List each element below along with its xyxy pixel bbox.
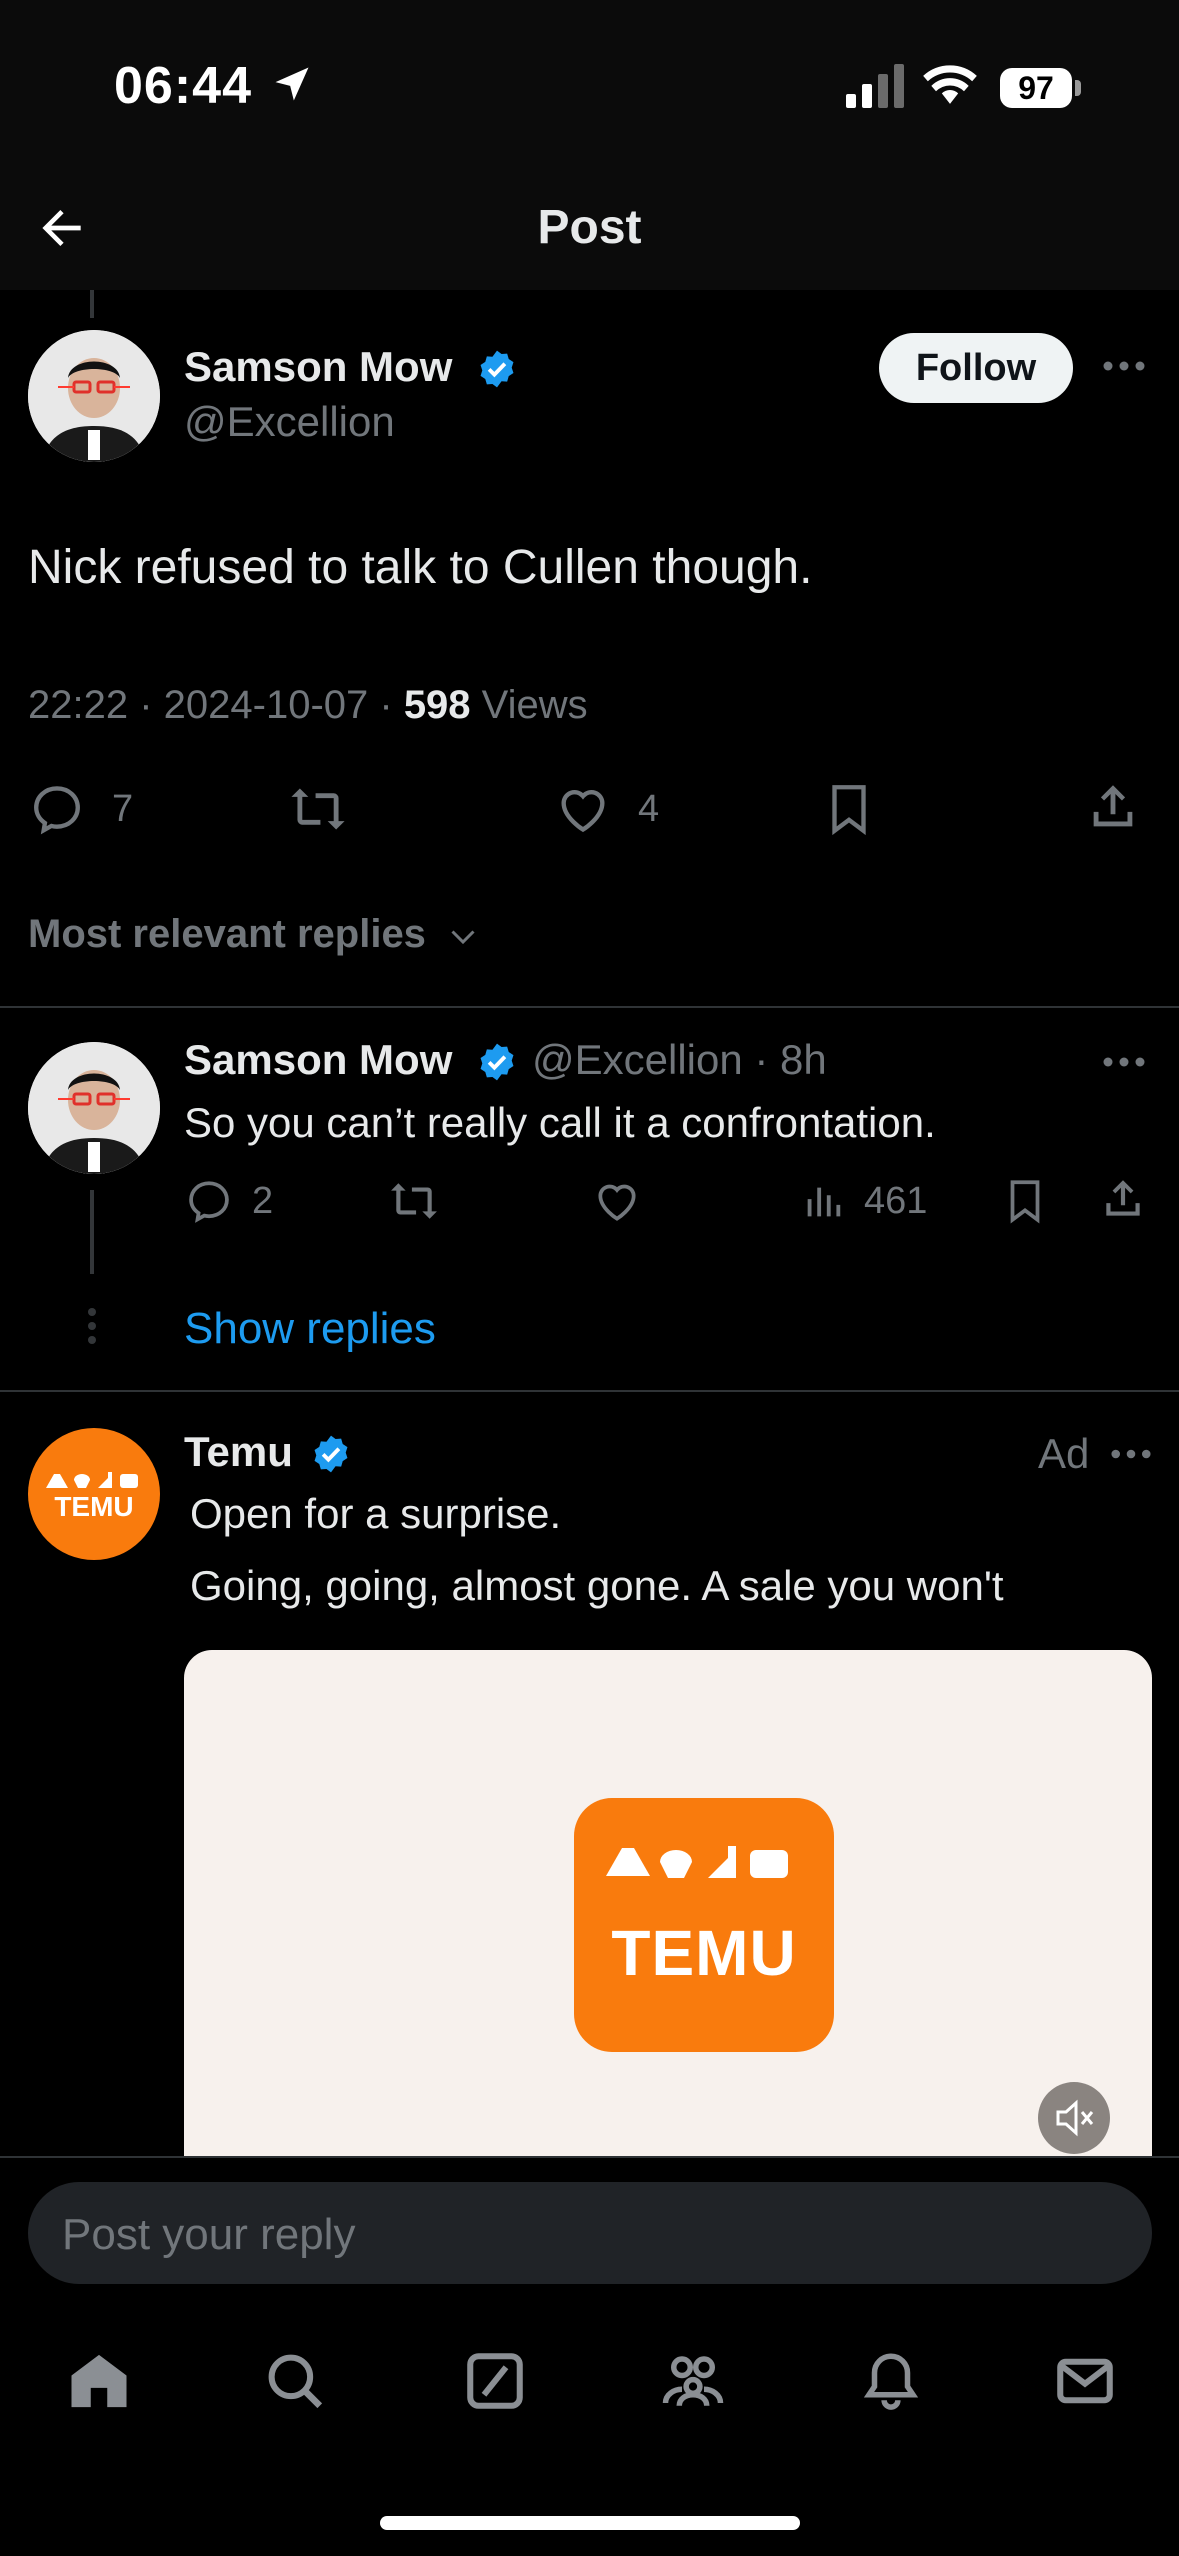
- post-timestamp: 22:22 · 2024-10-07 ·: [28, 683, 404, 727]
- grok-icon[interactable]: [462, 2348, 528, 2414]
- post-text: Nick refused to talk to Cullen though.: [28, 541, 813, 594]
- repost-icon[interactable]: [386, 1176, 442, 1226]
- like-count: 4: [638, 787, 660, 830]
- ad-text-line2: Going, going, almost gone. A sale you wo…: [190, 1562, 1004, 1609]
- reply-count: 7: [112, 787, 134, 830]
- advertiser-name[interactable]: Temu: [184, 1428, 293, 1476]
- temu-avatar[interactable]: TEMU: [28, 1428, 160, 1560]
- divider: [0, 1390, 1179, 1392]
- share-icon[interactable]: [1084, 778, 1142, 836]
- sort-replies-dropdown[interactable]: Most relevant replies: [28, 912, 481, 957]
- ad-media[interactable]: TEMU: [184, 1650, 1152, 2160]
- divider: [0, 2156, 1179, 2158]
- bookmark-icon[interactable]: [820, 780, 878, 838]
- page-title: Post: [537, 201, 642, 254]
- divider: [0, 1006, 1179, 1008]
- temu-avatar-text: TEMU: [54, 1491, 133, 1522]
- reply-avatar[interactable]: [28, 1042, 160, 1174]
- communities-icon[interactable]: [658, 2348, 728, 2414]
- reply-icon: [34, 786, 80, 835]
- views-count: 598: [403, 683, 471, 727]
- verified-badge-icon: [476, 348, 518, 390]
- views-action[interactable]: 461: [800, 1176, 927, 1226]
- location-icon: [270, 62, 314, 106]
- sort-label: Most relevant replies: [28, 912, 426, 956]
- ad-text-line1: Open for a surprise.: [190, 1490, 562, 1537]
- reply-reply-action[interactable]: 2: [184, 1176, 273, 1226]
- battery-indicator: 97: [1000, 68, 1072, 108]
- verified-badge-icon: [310, 1433, 352, 1475]
- show-replies-link[interactable]: Show replies: [184, 1304, 436, 1354]
- reply-input-placeholder: Post your reply: [62, 2210, 356, 2259]
- reply-author-name[interactable]: Samson Mow: [184, 1036, 452, 1084]
- share-icon[interactable]: [1098, 1174, 1148, 1224]
- thread-dots: [86, 1308, 98, 1344]
- author-name[interactable]: Samson Mow: [184, 343, 452, 391]
- temu-logo-text: TEMU: [611, 1917, 797, 1989]
- battery-tip: [1075, 80, 1081, 96]
- home-indicator: [380, 2516, 800, 2530]
- more-options-icon[interactable]: [1102, 360, 1146, 372]
- messages-icon[interactable]: [1052, 2348, 1118, 2414]
- author-handle[interactable]: @Excellion: [184, 398, 395, 446]
- like-icon: [561, 790, 605, 833]
- post-meta: 22:22 · 2024-10-07 · 598 Views: [28, 683, 588, 728]
- wifi-icon: [922, 62, 978, 106]
- author-avatar[interactable]: [28, 330, 160, 462]
- like-action[interactable]: 4: [554, 780, 659, 838]
- reply-views-count: 461: [864, 1179, 928, 1222]
- notifications-icon[interactable]: [858, 2348, 924, 2414]
- home-icon[interactable]: [66, 2348, 132, 2414]
- temu-logo: TEMU: [574, 1798, 834, 2052]
- reply-action[interactable]: 7: [28, 780, 133, 838]
- verified-badge-icon: [476, 1041, 518, 1083]
- more-options-icon[interactable]: [1110, 1448, 1152, 1460]
- reply-icon: [189, 1181, 229, 1223]
- status-time: 06:44: [114, 57, 252, 115]
- signal-icon: [846, 64, 906, 108]
- search-icon[interactable]: [262, 2348, 328, 2414]
- bookmark-icon[interactable]: [1000, 1176, 1050, 1226]
- more-options-icon[interactable]: [1102, 1056, 1146, 1068]
- thread-line: [90, 1190, 94, 1274]
- follow-button[interactable]: Follow: [879, 333, 1073, 403]
- reply-reply-count: 2: [252, 1179, 274, 1222]
- reply-handle-time[interactable]: @Excellion · 8h: [532, 1036, 827, 1084]
- views-label: Views: [470, 683, 588, 727]
- mute-button[interactable]: [1038, 2082, 1110, 2154]
- reply-text: So you can’t really call it a confrontat…: [184, 1099, 936, 1146]
- chevron-down-icon: [445, 918, 481, 954]
- ad-label: Ad: [1038, 1430, 1090, 1477]
- analytics-icon: [807, 1187, 841, 1217]
- repost-icon[interactable]: [286, 780, 350, 838]
- thread-line-top: [90, 290, 94, 318]
- like-icon[interactable]: [592, 1176, 642, 1226]
- speaker-mute-icon: [1056, 2099, 1094, 2137]
